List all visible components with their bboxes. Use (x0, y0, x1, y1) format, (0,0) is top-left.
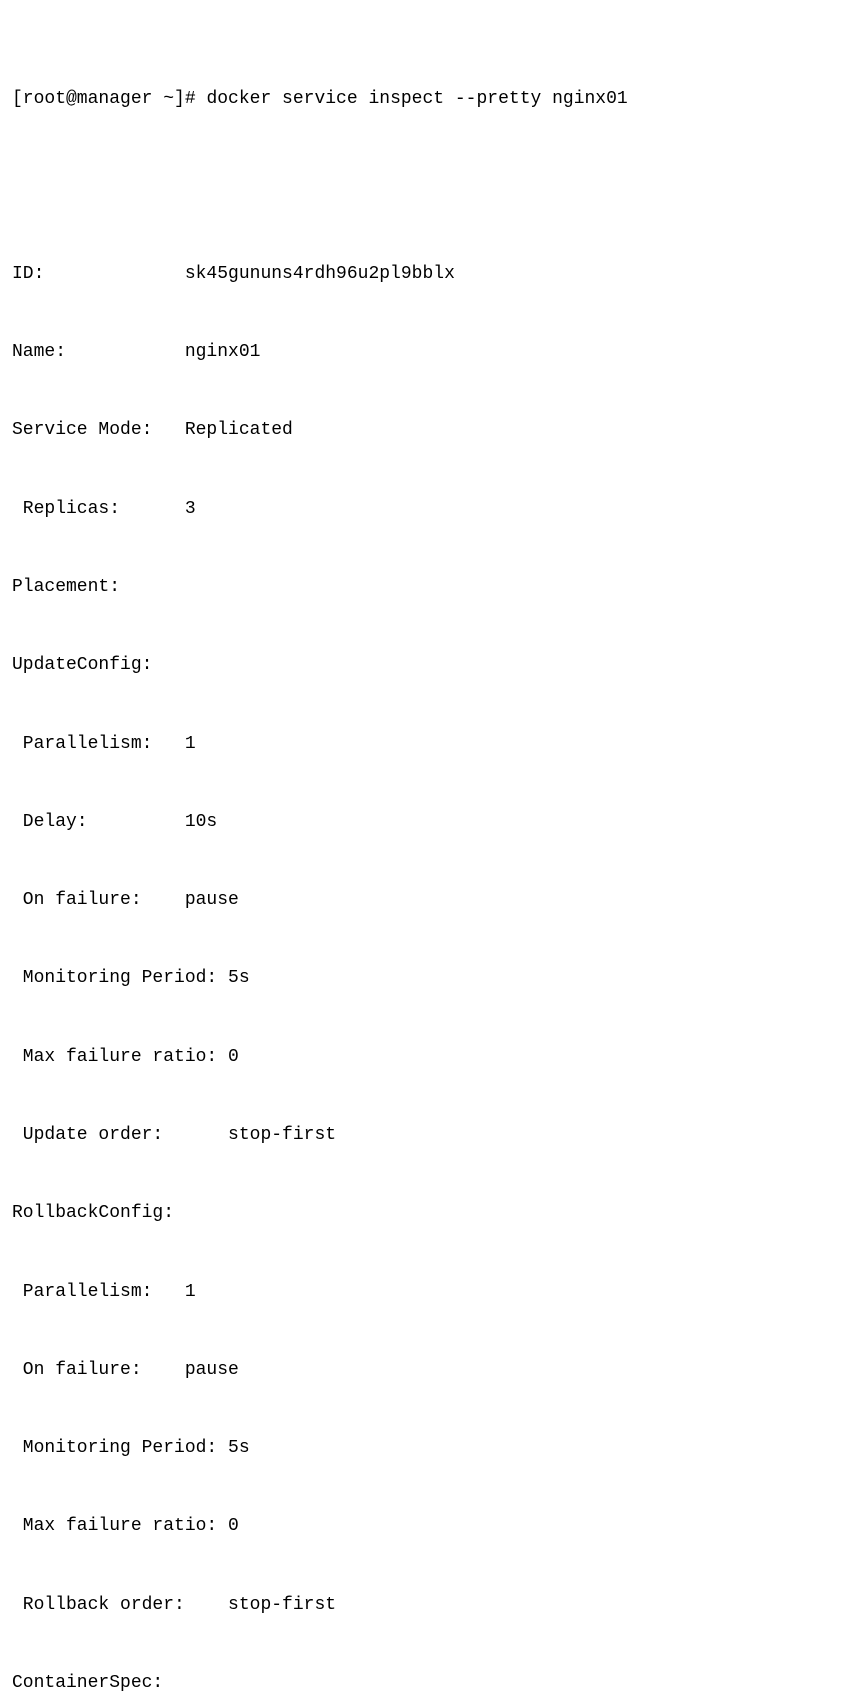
label: Delay: (12, 812, 185, 832)
label: ID: (12, 264, 185, 284)
output-uc-delay: Delay: 10s (12, 809, 853, 835)
label: Rollback order: (12, 1595, 228, 1615)
value: pause (185, 890, 239, 910)
label: RollbackConfig: (12, 1203, 174, 1223)
value: 1 (185, 1282, 196, 1302)
label: UpdateConfig: (12, 655, 152, 675)
value: nginx01 (185, 342, 261, 362)
output-uc-updateorder: Update order: stop-first (12, 1122, 853, 1148)
label: Update order: (12, 1125, 228, 1145)
value: pause (185, 1360, 239, 1380)
value: 0 (228, 1516, 239, 1536)
output-rc-onfailure: On failure: pause (12, 1357, 853, 1383)
output-id: ID: sk45gununs4rdh96u2pl9bblx (12, 261, 853, 287)
output-containerspec: ContainerSpec: (12, 1670, 853, 1696)
output-service-mode: Service Mode: Replicated (12, 417, 853, 443)
output-uc-monitoring: Monitoring Period: 5s (12, 965, 853, 991)
label: Replicas: (12, 499, 185, 519)
output-name: Name: nginx01 (12, 339, 853, 365)
output-uc-maxfailure: Max failure ratio: 0 (12, 1044, 853, 1070)
label: On failure: (12, 890, 185, 910)
output-rc-maxfailure: Max failure ratio: 0 (12, 1513, 853, 1539)
label: Name: (12, 342, 185, 362)
label: On failure: (12, 1360, 185, 1380)
value: 5s (228, 1438, 250, 1458)
output-placement: Placement: (12, 574, 853, 600)
value: sk45gununs4rdh96u2pl9bblx (185, 264, 455, 284)
value: 0 (228, 1047, 239, 1067)
label: Parallelism: (12, 1282, 185, 1302)
label: Max failure ratio: (12, 1516, 228, 1536)
output-uc-onfailure: On failure: pause (12, 887, 853, 913)
output-rollbackconfig: RollbackConfig: (12, 1200, 853, 1226)
value: 10s (185, 812, 217, 832)
output-rc-parallelism: Parallelism: 1 (12, 1279, 853, 1305)
value: 5s (228, 968, 250, 988)
label: Parallelism: (12, 734, 185, 754)
label: Placement: (12, 577, 120, 597)
value: 3 (185, 499, 196, 519)
output-rc-monitoring: Monitoring Period: 5s (12, 1435, 853, 1461)
label: Max failure ratio: (12, 1047, 228, 1067)
command-text: docker service inspect --pretty nginx01 (206, 89, 627, 109)
value: stop-first (228, 1595, 336, 1615)
label: Monitoring Period: (12, 968, 228, 988)
output-updateconfig: UpdateConfig: (12, 652, 853, 678)
label: Monitoring Period: (12, 1438, 228, 1458)
command-output: ID: sk45gununs4rdh96u2pl9bblx Name: ngin… (12, 209, 853, 1698)
output-rc-rollbackorder: Rollback order: stop-first (12, 1592, 853, 1618)
value: Replicated (185, 420, 293, 440)
prompt-prefix: [root@manager ~]# (12, 89, 206, 109)
output-replicas: Replicas: 3 (12, 496, 853, 522)
value: 1 (185, 734, 196, 754)
label: ContainerSpec: (12, 1673, 163, 1693)
value: stop-first (228, 1125, 336, 1145)
output-uc-parallelism: Parallelism: 1 (12, 731, 853, 757)
command-line-1: [root@manager ~]# docker service inspect… (12, 86, 853, 112)
terminal-window[interactable]: [root@manager ~]# docker service inspect… (12, 8, 853, 1698)
label: Service Mode: (12, 420, 185, 440)
